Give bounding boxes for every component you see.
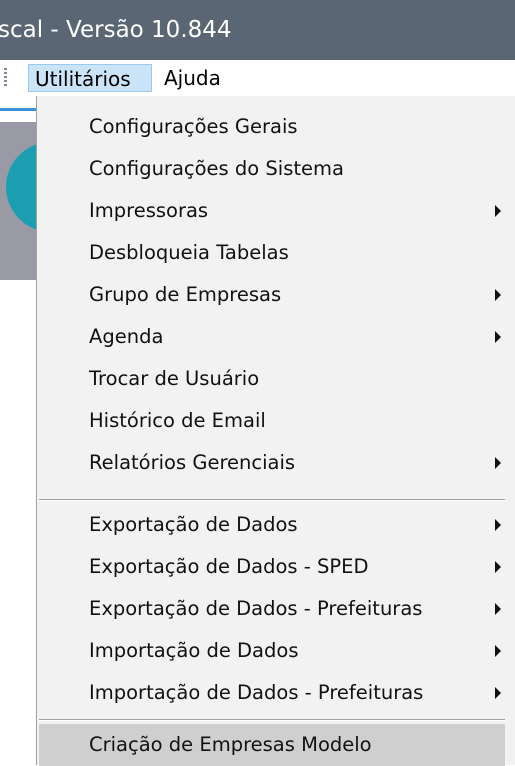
menu-item-label: Exportação de Dados - SPED <box>89 555 369 578</box>
submenu-arrow-icon <box>495 331 501 343</box>
menu-item-label: Importação de Dados <box>89 639 299 662</box>
menu-separator <box>39 719 505 721</box>
submenu-arrow-icon <box>495 457 501 469</box>
submenu-arrow-icon <box>495 205 501 217</box>
utilitarios-dropdown: Configurações Gerais Configurações do Si… <box>36 96 515 766</box>
menu-item-agenda[interactable]: Agenda <box>39 316 505 358</box>
menu-item-desbloqueia-tabelas[interactable]: Desbloqueia Tabelas <box>39 232 505 274</box>
menu-item-label: Histórico de Email <box>89 409 266 432</box>
menu-item-label: Exportação de Dados - Prefeituras <box>89 597 423 620</box>
window-title: scal - Versão 10.844 <box>0 17 232 43</box>
menu-item-label: Configurações Gerais <box>89 115 298 138</box>
submenu-arrow-icon <box>495 687 501 699</box>
menu-item-relatorios-gerenciais[interactable]: Relatórios Gerenciais <box>39 442 505 484</box>
menu-item-exportacao-dados-sped[interactable]: Exportação de Dados - SPED <box>39 546 505 588</box>
menu-ajuda[interactable]: Ajuda <box>158 64 227 92</box>
menu-item-configuracoes-sistema[interactable]: Configurações do Sistema <box>39 148 505 190</box>
submenu-arrow-icon <box>495 561 501 573</box>
menu-item-label: Exportação de Dados <box>89 513 298 536</box>
background-accent-line <box>0 108 36 111</box>
submenu-arrow-icon <box>495 645 501 657</box>
menu-item-importacao-dados[interactable]: Importação de Dados <box>39 630 505 672</box>
title-bar: scal - Versão 10.844 <box>0 0 515 60</box>
menu-item-label: Importação de Dados - Prefeituras <box>89 681 424 704</box>
menu-item-criacao-empresas-modelo[interactable]: Criação de Empresas Modelo <box>39 724 505 766</box>
background-logo-circle <box>6 142 36 232</box>
menu-item-trocar-usuario[interactable]: Trocar de Usuário <box>39 358 505 400</box>
menu-item-historico-email[interactable]: Histórico de Email <box>39 400 505 442</box>
menu-item-exportacao-dados[interactable]: Exportação de Dados <box>39 504 505 546</box>
menu-edge-grip <box>4 68 7 88</box>
menu-item-exportacao-dados-prefeituras[interactable]: Exportação de Dados - Prefeituras <box>39 588 505 630</box>
menu-utilitarios[interactable]: Utilitários <box>28 64 152 92</box>
menu-item-label: Configurações do Sistema <box>89 157 344 180</box>
menu-item-impressoras[interactable]: Impressoras <box>39 190 505 232</box>
submenu-arrow-icon <box>495 289 501 301</box>
background-window <box>0 96 36 765</box>
menu-bar: Utilitários Ajuda <box>0 60 515 96</box>
menu-item-label: Relatórios Gerenciais <box>89 451 296 474</box>
menu-item-grupo-empresas[interactable]: Grupo de Empresas <box>39 274 505 316</box>
menu-item-importacao-dados-prefeituras[interactable]: Importação de Dados - Prefeituras <box>39 672 505 714</box>
menu-item-label: Trocar de Usuário <box>89 367 260 390</box>
menu-item-label: Grupo de Empresas <box>89 283 282 306</box>
menu-item-label: Agenda <box>89 325 164 348</box>
menu-item-label: Desbloqueia Tabelas <box>89 241 289 264</box>
submenu-arrow-icon <box>495 603 501 615</box>
menu-item-label: Impressoras <box>89 199 209 222</box>
menu-item-configuracoes-gerais[interactable]: Configurações Gerais <box>39 106 505 148</box>
background-panel <box>0 122 36 280</box>
menu-item-label: Criação de Empresas Modelo <box>89 733 372 756</box>
menu-separator <box>39 499 505 501</box>
submenu-arrow-icon <box>495 519 501 531</box>
